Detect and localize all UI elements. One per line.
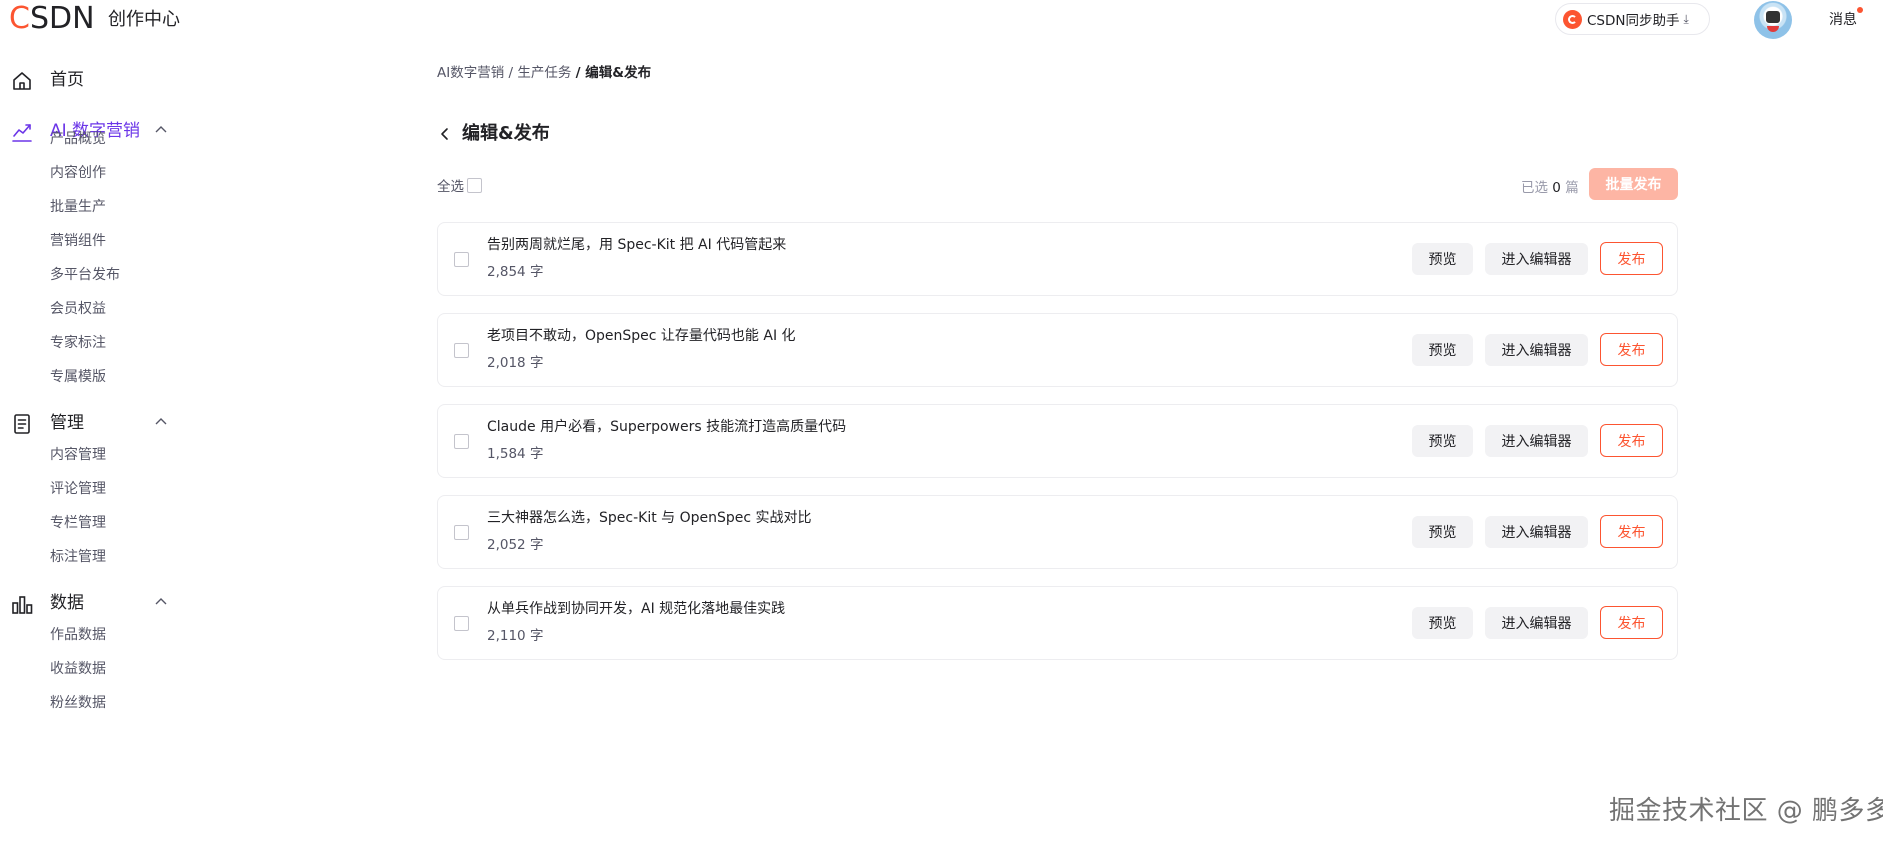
open-editor-button[interactable]: 进入编辑器	[1485, 607, 1588, 639]
article-card: 从单兵作战到协同开发，AI 规范化落地最佳实践 2,110 字 预览 进入编辑器…	[437, 586, 1678, 660]
home-icon	[13, 72, 31, 90]
chevron-up-icon[interactable]	[155, 596, 167, 608]
back-arrow-icon[interactable]	[437, 122, 451, 146]
preview-button[interactable]: 预览	[1412, 334, 1473, 366]
sidebar-group-label: 数据	[50, 593, 84, 613]
article-checkbox[interactable]	[454, 252, 469, 267]
article-checkbox[interactable]	[454, 616, 469, 631]
sidebar-group-data[interactable]: 数据	[0, 588, 190, 618]
breadcrumb: AI数字营销 / 生产任务 / 编辑&发布	[437, 64, 651, 82]
preview-button[interactable]: 预览	[1412, 425, 1473, 457]
sidebar-item-revenue-data[interactable]: 收益数据	[50, 659, 106, 679]
open-editor-button[interactable]: 进入编辑器	[1485, 243, 1588, 275]
publish-button[interactable]: 发布	[1600, 424, 1663, 457]
publish-button[interactable]: 发布	[1600, 606, 1663, 639]
sidebar-item-fans-data[interactable]: 粉丝数据	[50, 693, 106, 713]
article-checkbox[interactable]	[454, 525, 469, 540]
sidebar-item-home[interactable]: 首页	[0, 65, 190, 95]
watermark: 掘金技术社区 @ 鹏多多	[1609, 796, 1883, 826]
article-title: 从单兵作战到协同开发，AI 规范化落地最佳实践	[487, 601, 786, 617]
article-word-count: 2,854 字	[487, 264, 544, 280]
top-header: CSDN 创作中心 CSDN同步助手 ⤓ 消息	[0, 0, 1883, 40]
page-title: 编辑&发布	[462, 123, 550, 144]
article-card: 告别两周就烂尾，用 Spec-Kit 把 AI 代码管起来 2,854 字 预览…	[437, 222, 1678, 296]
publish-button[interactable]: 发布	[1600, 242, 1663, 275]
article-word-count: 2,052 字	[487, 537, 544, 553]
article-word-count: 2,110 字	[487, 628, 544, 644]
creation-center-title: 创作中心	[108, 9, 180, 30]
article-title: 老项目不敢动，OpenSpec 让存量代码也能 AI 化	[487, 328, 796, 344]
sync-icon	[1563, 9, 1582, 29]
article-card: Claude 用户必看，Superpowers 技能流打造高质量代码 1,584…	[437, 404, 1678, 478]
sidebar-item-label: 首页	[50, 70, 84, 90]
sidebar: 首页 AI 数字营销 产品概览 内容创作 批量生产 营销组件 多平台发布 会员权…	[0, 55, 190, 841]
select-all[interactable]: 全选	[437, 175, 482, 195]
article-checkbox[interactable]	[454, 434, 469, 449]
selected-count-value: 0	[1552, 180, 1561, 196]
sidebar-group-label: 管理	[50, 413, 84, 433]
breadcrumb-current: / 编辑&发布	[575, 65, 652, 81]
select-all-checkbox[interactable]	[467, 177, 482, 193]
messages-link[interactable]: 消息	[1829, 9, 1857, 29]
article-word-count: 2,018 字	[487, 355, 544, 371]
preview-button[interactable]: 预览	[1412, 243, 1473, 275]
select-all-label: 全选	[437, 179, 464, 195]
document-icon	[14, 414, 30, 434]
sidebar-item-expert-annotation[interactable]: 专家标注	[50, 333, 106, 353]
csdn-sync-assistant-button[interactable]: CSDN同步助手 ⤓	[1555, 3, 1710, 35]
article-card: 三大神器怎么选，Spec-Kit 与 OpenSpec 实战对比 2,052 字…	[437, 495, 1678, 569]
sidebar-group-management[interactable]: 管理	[0, 408, 190, 438]
sidebar-item-comment-management[interactable]: 评论管理	[50, 479, 106, 499]
sidebar-item-product-overview[interactable]: 产品概览	[50, 129, 106, 149]
publish-button[interactable]: 发布	[1600, 333, 1663, 366]
preview-button[interactable]: 预览	[1412, 607, 1473, 639]
avatar[interactable]	[1754, 1, 1792, 39]
chevron-up-icon[interactable]	[155, 416, 167, 428]
bar-chart-icon	[12, 596, 33, 614]
article-title: 三大神器怎么选，Spec-Kit 与 OpenSpec 实战对比	[487, 510, 812, 526]
sidebar-item-column-management[interactable]: 专栏管理	[50, 513, 106, 533]
sidebar-item-annotation-management[interactable]: 标注管理	[50, 547, 106, 567]
chevron-up-icon[interactable]	[155, 124, 167, 136]
unread-dot	[1857, 7, 1863, 13]
article-word-count: 1,584 字	[487, 446, 544, 462]
open-editor-button[interactable]: 进入编辑器	[1485, 425, 1588, 457]
breadcrumb-item-production-tasks[interactable]: 生产任务	[517, 65, 571, 81]
article-card: 老项目不敢动，OpenSpec 让存量代码也能 AI 化 2,018 字 预览 …	[437, 313, 1678, 387]
sidebar-item-content-management[interactable]: 内容管理	[50, 445, 106, 465]
article-title: 告别两周就烂尾，用 Spec-Kit 把 AI 代码管起来	[487, 237, 787, 253]
csdn-logo[interactable]: CSDN	[9, 1, 95, 37]
article-title: Claude 用户必看，Superpowers 技能流打造高质量代码	[487, 419, 847, 435]
breadcrumb-item-ai-marketing[interactable]: AI数字营销	[437, 65, 504, 81]
batch-publish-button[interactable]: 批量发布	[1589, 168, 1678, 200]
publish-button[interactable]: 发布	[1600, 515, 1663, 548]
sidebar-item-works-data[interactable]: 作品数据	[50, 625, 106, 645]
sidebar-item-batch-production[interactable]: 批量生产	[50, 197, 106, 217]
open-editor-button[interactable]: 进入编辑器	[1485, 516, 1588, 548]
sidebar-item-multi-platform-publish[interactable]: 多平台发布	[50, 265, 120, 285]
breadcrumb-separator: /	[508, 65, 514, 81]
sync-button-label: CSDN同步助手	[1587, 13, 1680, 29]
sidebar-item-content-creation[interactable]: 内容创作	[50, 163, 106, 183]
sidebar-item-member-benefits[interactable]: 会员权益	[50, 299, 106, 319]
preview-button[interactable]: 预览	[1412, 516, 1473, 548]
trend-icon	[12, 124, 32, 142]
selected-count: 已选 0 篇	[1521, 180, 1579, 196]
open-editor-button[interactable]: 进入编辑器	[1485, 334, 1588, 366]
sidebar-item-marketing-components[interactable]: 营销组件	[50, 231, 106, 251]
article-checkbox[interactable]	[454, 343, 469, 358]
sidebar-item-exclusive-templates[interactable]: 专属模版	[50, 367, 106, 387]
download-icon: ⤓	[1683, 11, 1689, 26]
